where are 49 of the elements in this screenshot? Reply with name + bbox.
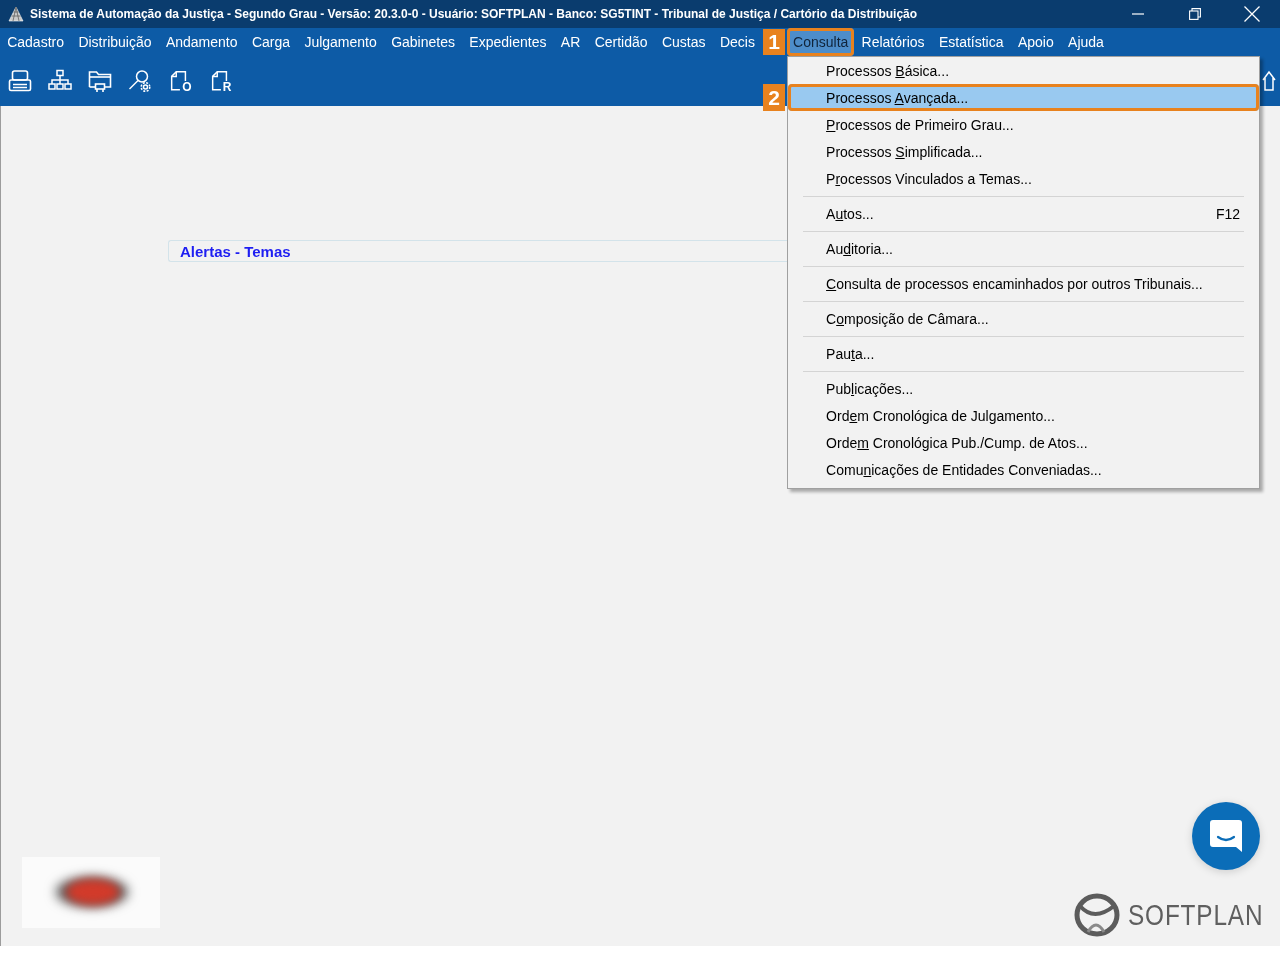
restore-icon (1188, 8, 1201, 20)
callout-badge: 1 (763, 29, 786, 55)
menu-item[interactable]: Julgamento (297, 28, 384, 56)
menu-option[interactable]: Auditoria... (788, 235, 1260, 262)
window-title: Sistema de Automação da Justiça - Segundo Grau - Versão: 20.3.0-0 - Usuário: SOFTPLAN - Banco: SG5TINT - Tribunal de Justiça / Cartório da Distribuição (30, 7, 918, 21)
panel-title: Alertas - Temas (180, 242, 291, 260)
menu-item[interactable]: Consulta (787, 28, 855, 56)
menu-option[interactable]: Processos Vinculados a Temas... (788, 165, 1260, 192)
chat-button[interactable] (1192, 802, 1260, 870)
close-icon (1243, 6, 1260, 22)
menu-option[interactable]: Composição de Câmara... (788, 305, 1260, 332)
menu-item[interactable]: Carga (244, 28, 298, 56)
menu-option[interactable]: Processos Simplificada... (788, 138, 1260, 165)
menu-item[interactable]: Gabinetes (383, 28, 463, 56)
menu-option[interactable]: Publicações... (788, 375, 1260, 402)
menu-item[interactable]: Ajuda (1060, 28, 1112, 56)
toolbar-button[interactable]: O (160, 61, 200, 101)
menu-option[interactable]: Ordem Cronológica de Julgamento... (788, 402, 1260, 429)
menu-option[interactable]: Pauta... (788, 340, 1260, 367)
search-gear-icon (128, 69, 152, 93)
menu-item[interactable]: Relatórios (854, 28, 932, 56)
menu-item[interactable]: Decis (712, 28, 763, 56)
menu-item[interactable]: Expedientes (462, 28, 554, 56)
toolbar-button[interactable]: R (200, 61, 240, 101)
menu-item[interactable]: Estatística (931, 28, 1011, 56)
menu-option[interactable]: Ordem Cronológica Pub./Cump. de Atos... (788, 429, 1260, 456)
folder-icon (88, 69, 112, 93)
menu-item[interactable]: AR (553, 28, 588, 56)
menu-option[interactable]: Autos... F12 (788, 200, 1260, 227)
menu-item[interactable]: Distribuição (71, 28, 159, 56)
menu-option[interactable]: Consulta de processos encaminhados por outros Tribunais... (788, 270, 1260, 297)
menu-option[interactable]: Processos Avançada... (788, 84, 1260, 111)
menu-item[interactable]: Apoio (1010, 28, 1061, 56)
menu-item[interactable]: Certidão (587, 28, 655, 56)
menu-item[interactable]: Andamento (158, 28, 245, 56)
menu-item[interactable]: Cadastro (0, 28, 72, 56)
chat-bubble-icon (1208, 818, 1244, 854)
menu-option[interactable]: Processos de Primeiro Grau... (788, 111, 1260, 138)
menu-option[interactable]: Comunicações de Entidades Conveniadas... (788, 456, 1260, 483)
ring-logo-icon (1073, 892, 1120, 938)
printer-icon (8, 69, 32, 93)
menu-option[interactable]: Processos Básica... (788, 57, 1260, 84)
callout-badge: 2 (763, 84, 786, 111)
up-arrow-icon (1262, 69, 1276, 93)
hierarchy-icon (48, 69, 72, 93)
shortcut-label: F12 (1215, 205, 1241, 222)
menu-item[interactable]: Custas (654, 28, 713, 56)
triangle-icon (8, 6, 24, 22)
brand-name: SOFTPLAN (1127, 898, 1264, 932)
